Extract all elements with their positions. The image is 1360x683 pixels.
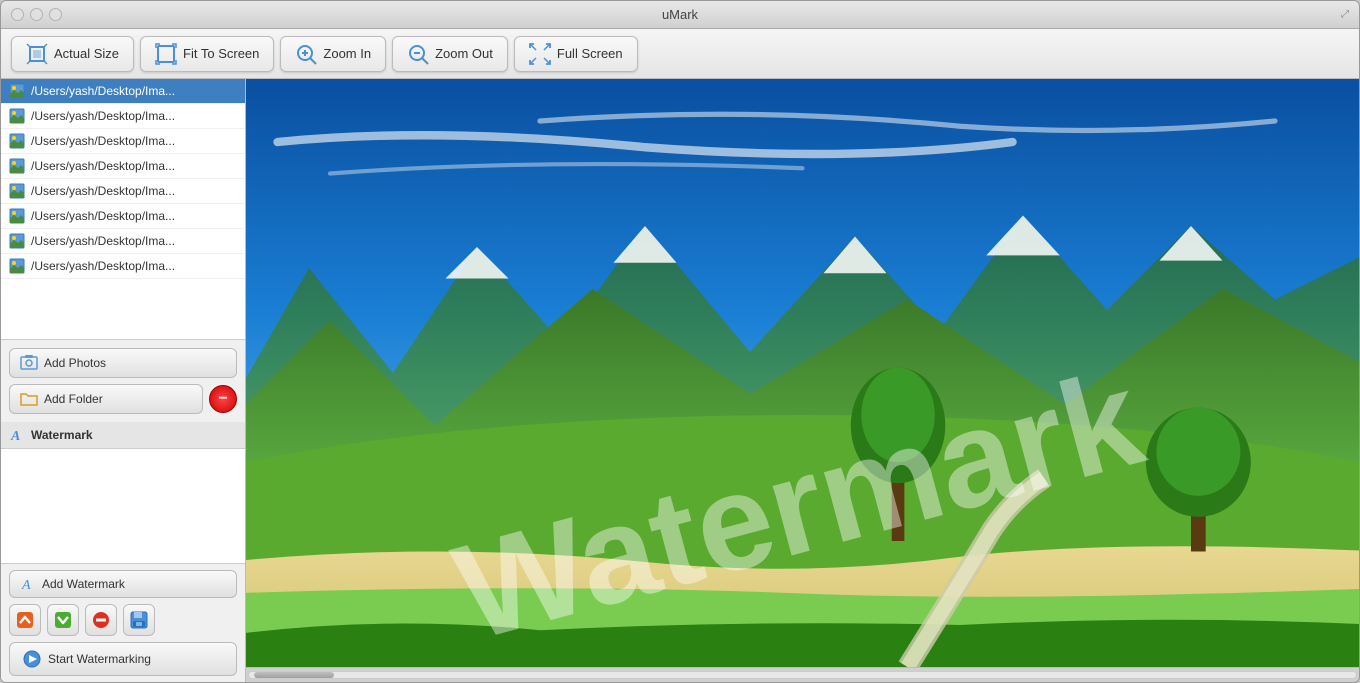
zoom-in-label: Zoom In (323, 46, 371, 61)
traffic-lights (11, 8, 62, 21)
zoom-out-button[interactable]: Zoom Out (392, 36, 508, 72)
add-photos-icon (20, 354, 38, 372)
image-icon (9, 258, 25, 274)
watermark-label: Watermark (31, 428, 93, 442)
add-photos-button[interactable]: Add Photos (9, 348, 237, 378)
toolbar: Actual Size Fit To Screen (1, 29, 1359, 79)
resize-icon: ⤢ (1341, 9, 1349, 20)
list-item[interactable]: /Users/yash/Desktop/Ima... (1, 104, 245, 129)
list-item[interactable]: /Users/yash/Desktop/Ima... (1, 204, 245, 229)
file-path: /Users/yash/Desktop/Ima... (31, 184, 175, 198)
zoom-in-icon (295, 43, 317, 65)
action-buttons (9, 604, 237, 636)
preview-area: Watermark (246, 79, 1359, 682)
actual-size-icon (26, 43, 48, 65)
list-item[interactable]: /Users/yash/Desktop/Ima... (1, 154, 245, 179)
save-button[interactable] (123, 604, 155, 636)
save-icon (129, 610, 149, 630)
add-folder-label: Add Folder (44, 392, 103, 406)
list-item[interactable]: /Users/yash/Desktop/Ima... (1, 229, 245, 254)
main-content: /Users/yash/Desktop/Ima... /Users/yash/D… (1, 79, 1359, 682)
image-icon (9, 158, 25, 174)
title-bar: uMark ⤢ (1, 1, 1359, 29)
move-up-button[interactable] (9, 604, 41, 636)
actual-size-label: Actual Size (54, 46, 119, 61)
image-icon (9, 208, 25, 224)
image-container: Watermark (246, 79, 1359, 667)
maximize-button[interactable] (49, 8, 62, 21)
main-window: uMark ⤢ Actual Size (0, 0, 1360, 683)
list-item[interactable]: /Users/yash/Desktop/Ima... (1, 129, 245, 154)
window-title: uMark (662, 7, 698, 22)
scrollbar-track (248, 671, 1357, 679)
zoom-out-icon (407, 43, 429, 65)
watermark-header: A Watermark (1, 422, 245, 449)
zoom-in-button[interactable]: Zoom In (280, 36, 386, 72)
add-folder-icon (20, 390, 38, 408)
svg-text:A: A (21, 578, 31, 592)
full-screen-icon (529, 43, 551, 65)
remove-icon (91, 610, 111, 630)
sidebar: /Users/yash/Desktop/Ima... /Users/yash/D… (1, 79, 246, 682)
file-path: /Users/yash/Desktop/Ima... (31, 234, 175, 248)
image-icon (9, 83, 25, 99)
add-folder-button[interactable]: Add Folder (9, 384, 203, 414)
file-path: /Users/yash/Desktop/Ima... (31, 159, 175, 173)
actual-size-button[interactable]: Actual Size (11, 36, 134, 72)
add-watermark-button[interactable]: A Add Watermark (9, 570, 237, 598)
horizontal-scrollbar[interactable] (246, 667, 1359, 682)
file-path: /Users/yash/Desktop/Ima... (31, 109, 175, 123)
watermark-footer: A Add Watermark (1, 563, 245, 682)
file-path: /Users/yash/Desktop/Ima... (31, 259, 175, 273)
remove-folder-button[interactable]: − (209, 385, 237, 413)
watermark-list[interactable] (1, 449, 245, 563)
arrow-down-icon (53, 610, 73, 630)
file-path: /Users/yash/Desktop/Ima... (31, 134, 175, 148)
image-icon (9, 183, 25, 199)
minimize-button[interactable] (30, 8, 43, 21)
full-screen-button[interactable]: Full Screen (514, 36, 638, 72)
sidebar-buttons: Add Photos Add Folder − (1, 340, 245, 422)
file-path: /Users/yash/Desktop/Ima... (31, 209, 175, 223)
add-watermark-icon: A (20, 576, 36, 592)
close-button[interactable] (11, 8, 24, 21)
scrollbar-thumb[interactable] (254, 672, 334, 678)
watermark-section: A Watermark A Add Watermark (1, 422, 245, 682)
start-watermarking-button[interactable]: Start Watermarking (9, 642, 237, 676)
start-watermarking-label: Start Watermarking (48, 652, 151, 666)
list-item[interactable]: /Users/yash/Desktop/Ima... (1, 179, 245, 204)
image-icon (9, 108, 25, 124)
file-path: /Users/yash/Desktop/Ima... (31, 84, 175, 98)
arrow-up-icon (15, 610, 35, 630)
file-list[interactable]: /Users/yash/Desktop/Ima... /Users/yash/D… (1, 79, 245, 340)
zoom-out-label: Zoom Out (435, 46, 493, 61)
fit-to-screen-label: Fit To Screen (183, 46, 259, 61)
image-icon (9, 233, 25, 249)
remove-watermark-button[interactable] (85, 604, 117, 636)
landscape-image: Watermark (246, 79, 1359, 667)
add-folder-row: Add Folder − (9, 384, 237, 414)
move-down-button[interactable] (47, 604, 79, 636)
add-photos-label: Add Photos (44, 356, 106, 370)
svg-text:A: A (10, 429, 20, 443)
list-item[interactable]: /Users/yash/Desktop/Ima... (1, 254, 245, 279)
add-watermark-label: Add Watermark (42, 577, 125, 591)
image-icon (9, 133, 25, 149)
watermark-header-icon: A (9, 427, 25, 443)
full-screen-label: Full Screen (557, 46, 623, 61)
fit-to-screen-button[interactable]: Fit To Screen (140, 36, 274, 72)
list-item[interactable]: /Users/yash/Desktop/Ima... (1, 79, 245, 104)
fit-to-screen-icon (155, 43, 177, 65)
start-icon (22, 649, 42, 669)
